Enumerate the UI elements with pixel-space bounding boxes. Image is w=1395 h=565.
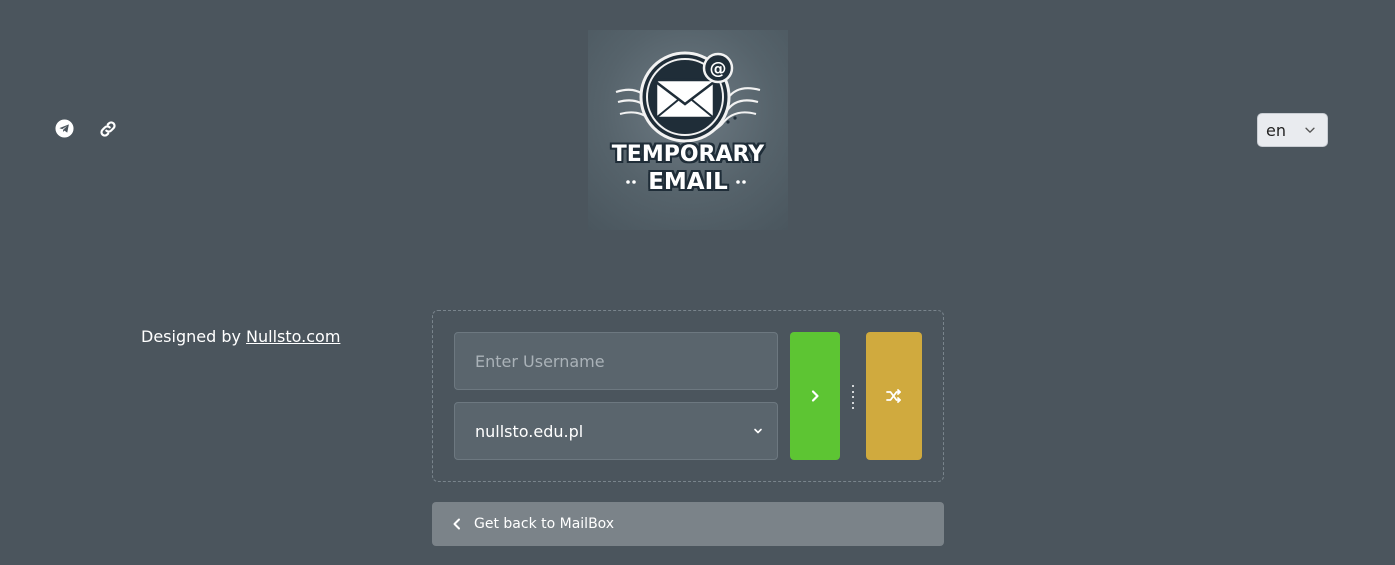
email-create-form: nullsto.edu.pl [432,310,944,482]
nullsto-link[interactable]: Nullsto.com [246,327,340,346]
page: @ TEMPORARY EMAIL en Designed by Nullsto… [0,0,1395,565]
link-icon[interactable] [97,118,118,139]
domain-select[interactable]: nullsto.edu.pl [454,402,778,460]
logo: @ TEMPORARY EMAIL [588,30,788,230]
logo-text-line2: EMAIL [648,169,728,195]
designed-by-label: Designed by [141,327,241,346]
designed-by-credit: Designed by Nullsto.com [141,327,340,346]
back-to-mailbox-button[interactable]: Get back to MailBox [432,502,944,546]
or-divider [851,385,855,409]
svg-text:@: @ [710,59,727,79]
create-email-button[interactable] [790,332,840,460]
domain-value: nullsto.edu.pl [475,421,584,441]
username-input[interactable] [454,332,778,390]
chevron-right-icon [811,390,819,402]
telegram-icon[interactable] [54,118,75,139]
language-select[interactable]: en [1257,113,1328,147]
envelope-logo-graphic: @ [615,51,761,184]
shuffle-icon [886,389,901,403]
chevron-down-icon [754,428,762,434]
language-value: en [1266,120,1286,140]
logo-text-line1: TEMPORARY [611,142,765,167]
chevron-left-icon [453,518,460,530]
chevron-down-icon [1305,127,1315,133]
back-button-label: Get back to MailBox [474,516,615,532]
random-email-button[interactable] [866,332,922,460]
social-links [54,118,118,139]
